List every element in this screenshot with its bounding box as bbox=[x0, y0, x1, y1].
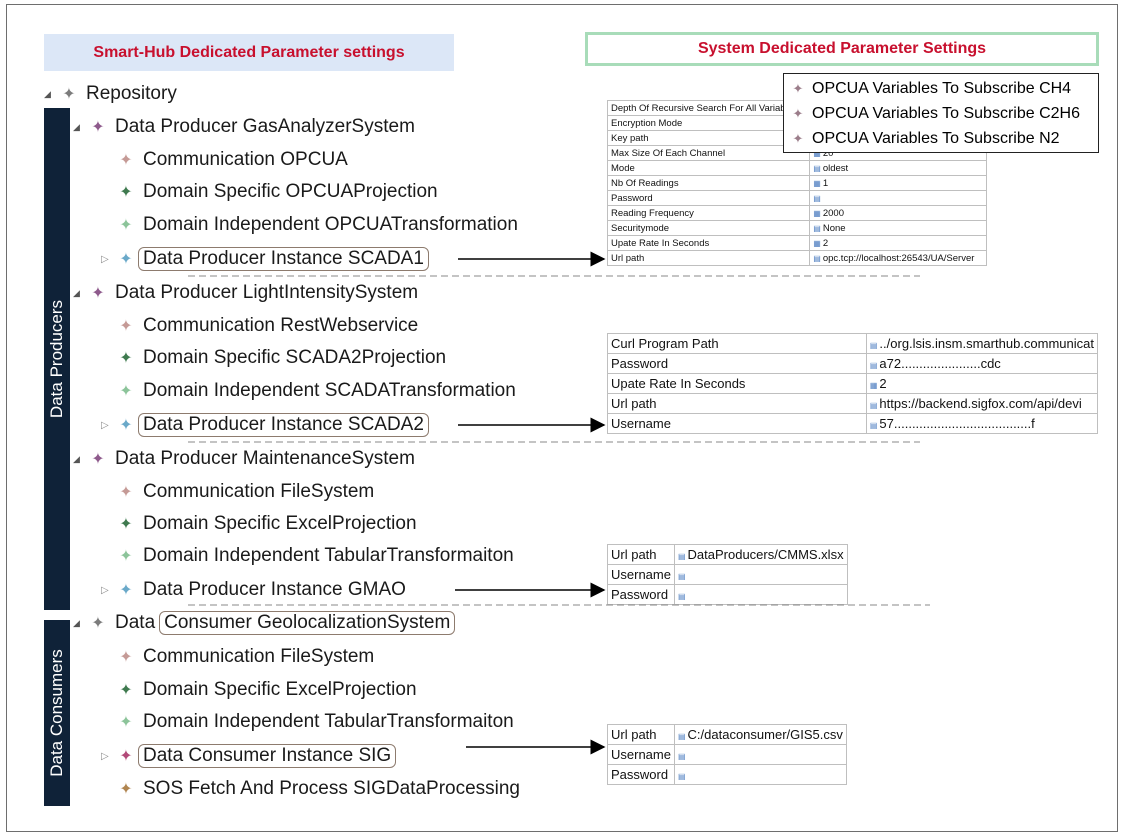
connector-overlay bbox=[188, 251, 930, 755]
